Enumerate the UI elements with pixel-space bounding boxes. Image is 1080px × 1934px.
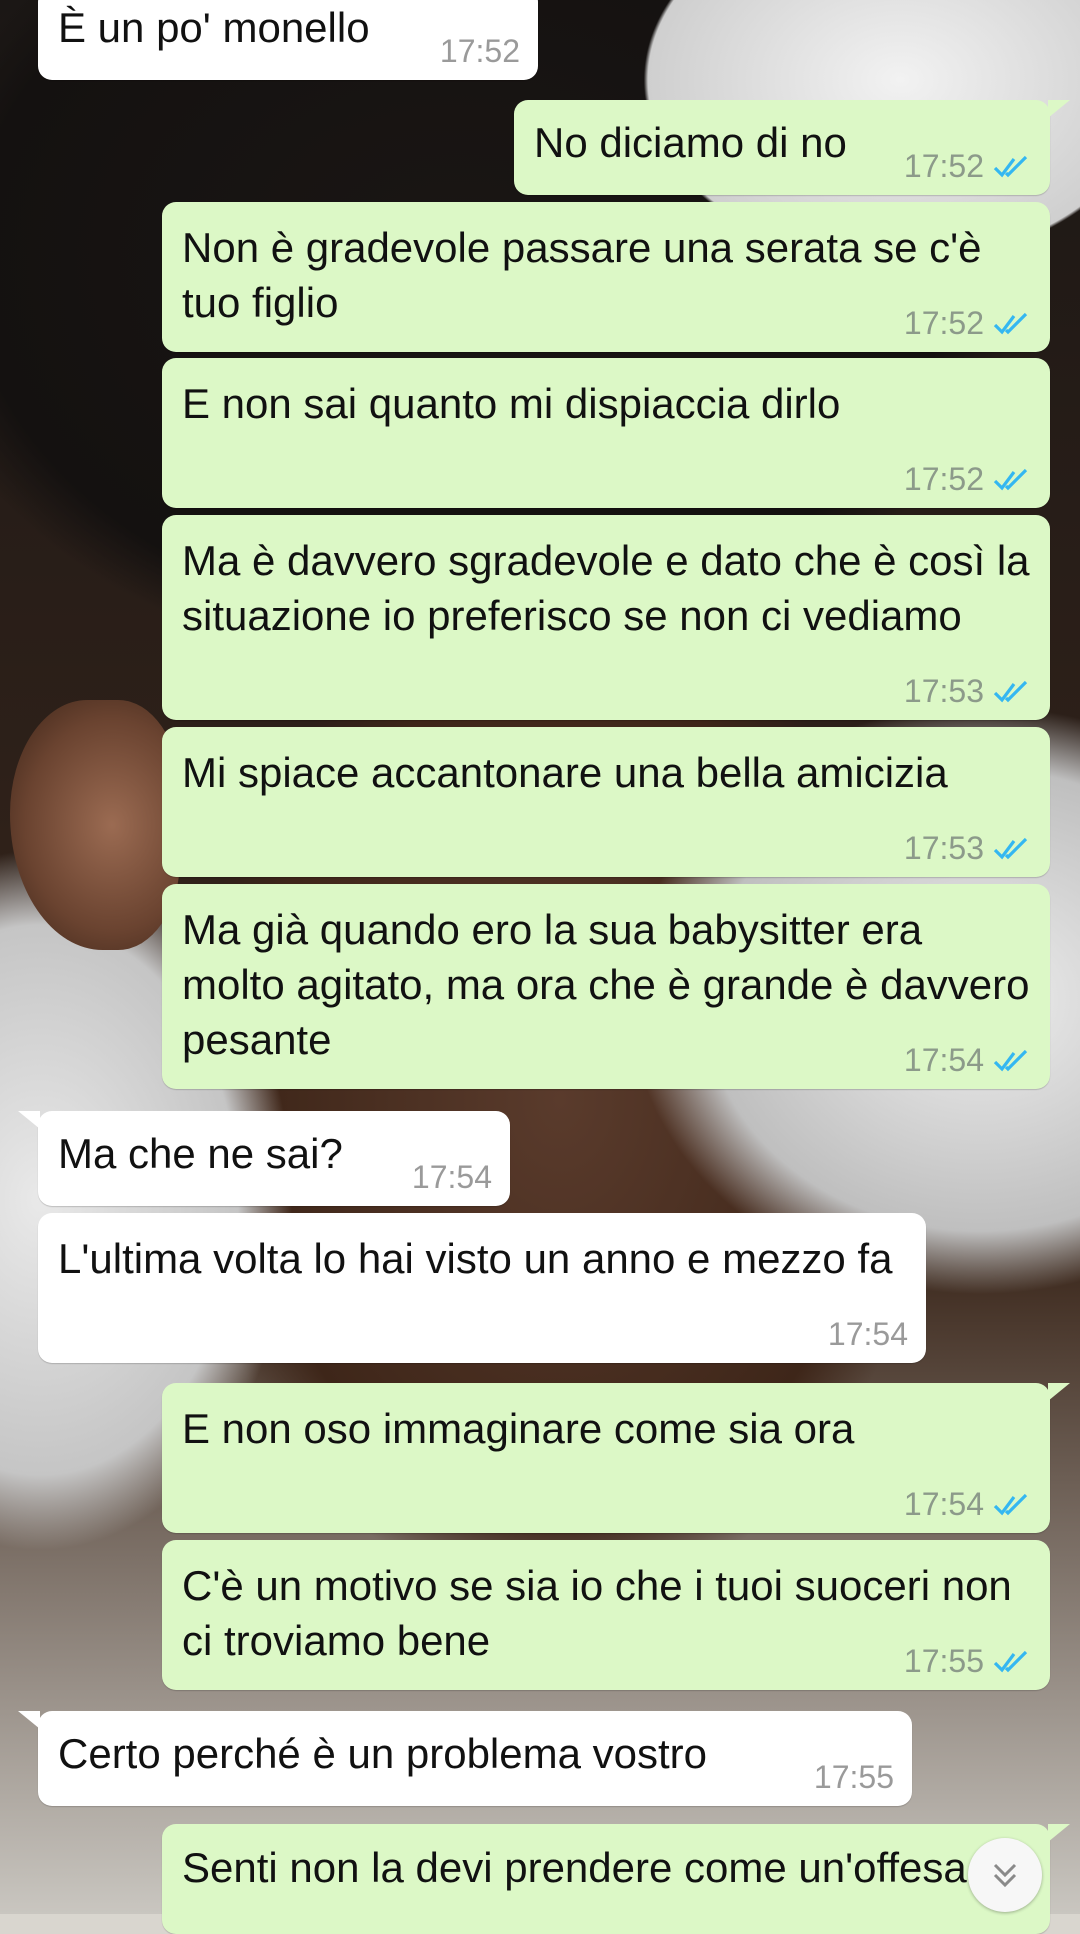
double-check-icon [993, 312, 1028, 334]
message-time: 17:54 [903, 1042, 984, 1078]
message-time: 17:54 [411, 1159, 492, 1195]
message-meta: 17:54 [904, 1486, 1032, 1523]
message-meta: 17:52 [904, 305, 1032, 342]
double-check-icon [993, 155, 1028, 177]
message-text: Non è gradevole passare una serata se c'… [182, 224, 994, 326]
message-meta: 17:53 [904, 673, 1032, 710]
message-time: 17:53 [903, 830, 984, 866]
wallpaper-photo-detail [10, 700, 180, 950]
message-outgoing[interactable]: Ma già quando ero la sua babysitter era … [162, 884, 1050, 1089]
message-text: Mi spiace accantonare una bella amicizia [182, 749, 948, 796]
message-outgoing[interactable]: Ma è davvero sgradevole e dato che è cos… [162, 515, 1050, 720]
message-text: L'ultima volta lo hai visto un anno e me… [58, 1235, 893, 1282]
message-outgoing[interactable]: E non sai quanto mi dispiaccia dirlo 17:… [162, 358, 1050, 508]
message-text: C'è un motivo se sia io che i tuoi suoce… [182, 1562, 1024, 1664]
message-text: Senti non la devi prendere come un'offes… [182, 1844, 967, 1891]
bubble-tail [1048, 100, 1070, 118]
bubble-tail [1048, 1383, 1070, 1401]
message-meta: 17:52 [904, 148, 1032, 185]
message-text: E non sai quanto mi dispiaccia dirlo [182, 380, 841, 427]
message-outgoing[interactable]: Senti non la devi prendere come un'offes… [162, 1824, 1070, 1934]
double-check-icon [993, 1493, 1028, 1515]
message-time: 17:52 [903, 305, 984, 341]
double-check-icon [993, 680, 1028, 702]
double-check-icon [993, 837, 1028, 859]
scroll-to-bottom-button[interactable] [968, 1838, 1042, 1912]
chevron-double-down-icon [993, 1863, 1017, 1888]
message-meta: 17:55 [904, 1643, 1032, 1680]
message-text: Ma è davvero sgradevole e dato che è cos… [182, 537, 1042, 639]
double-check-icon [993, 468, 1028, 490]
message-time: 17:55 [813, 1759, 894, 1795]
message-incoming[interactable]: È un po' monello 17:52 [38, 0, 538, 80]
message-incoming[interactable]: L'ultima volta lo hai visto un anno e me… [38, 1213, 926, 1363]
message-outgoing[interactable]: Mi spiace accantonare una bella amicizia… [162, 727, 1050, 877]
message-time: 17:52 [439, 33, 520, 69]
message-outgoing[interactable]: No diciamo di no 17:52 [514, 100, 1070, 195]
bubble-tail [18, 1111, 40, 1129]
message-meta: 17:53 [904, 830, 1032, 867]
bubble-tail [1048, 1824, 1070, 1842]
message-time: 17:55 [903, 1643, 984, 1679]
message-time: 17:52 [903, 461, 984, 497]
double-check-icon [993, 1650, 1028, 1672]
message-outgoing[interactable]: Non è gradevole passare una serata se c'… [162, 202, 1050, 352]
message-time: 17:54 [903, 1486, 984, 1522]
message-text: E non oso immaginare come sia ora [182, 1405, 855, 1452]
message-outgoing[interactable]: C'è un motivo se sia io che i tuoi suoce… [162, 1540, 1050, 1690]
double-check-icon [993, 1049, 1028, 1071]
bubble-tail [18, 1711, 40, 1729]
message-meta: 17:52 [904, 461, 1032, 498]
message-time: 17:54 [827, 1316, 908, 1352]
message-outgoing[interactable]: E non oso immaginare come sia ora 17:54 [162, 1383, 1070, 1533]
message-time: 17:52 [903, 148, 984, 184]
message-incoming[interactable]: Ma che ne sai? 17:54 [18, 1111, 510, 1206]
message-text: Ma già quando ero la sua babysitter era … [182, 906, 1042, 1063]
message-text: Certo perché è un problema vostro [58, 1730, 708, 1777]
message-incoming[interactable]: Certo perché è un problema vostro 17:55 [18, 1711, 912, 1806]
message-meta: 17:54 [904, 1042, 1032, 1079]
message-time: 17:53 [903, 673, 984, 709]
